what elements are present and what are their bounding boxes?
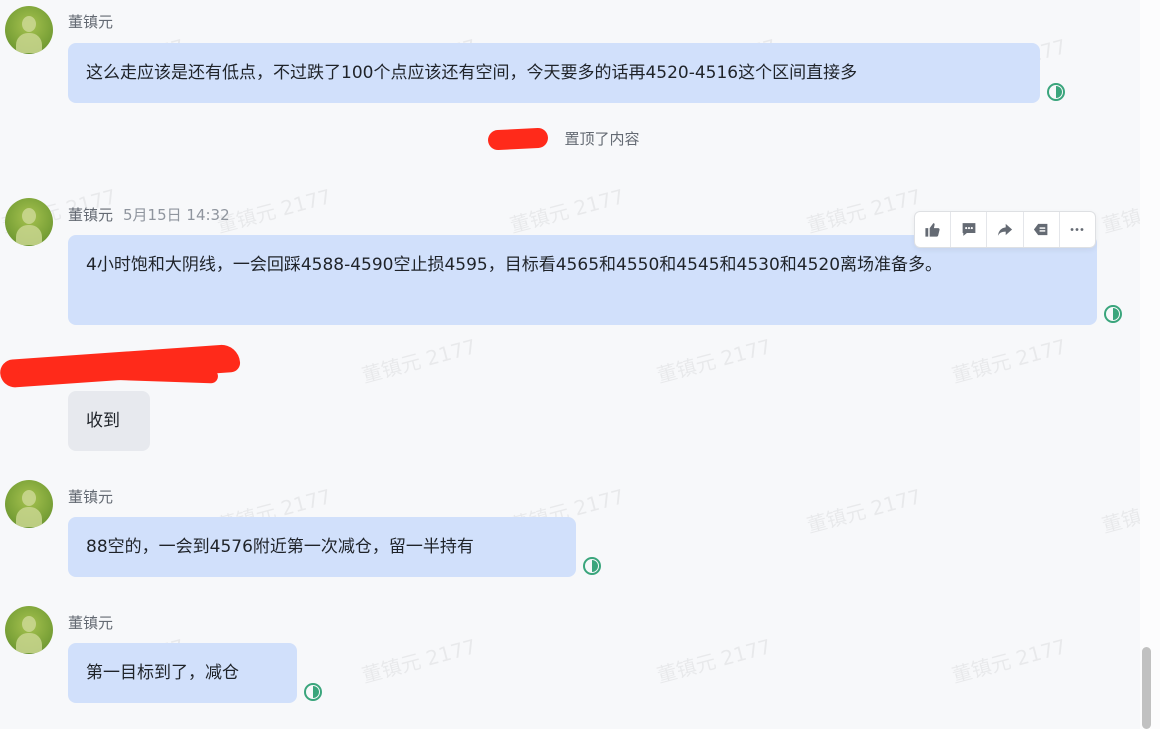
message-bubble[interactable]: 这么走应该是还有低点，不过跌了100个点应该还有空间，今天要多的话再4520-4… xyxy=(68,43,1040,103)
reply-button[interactable] xyxy=(951,212,988,247)
read-status-icon[interactable] xyxy=(1104,305,1122,323)
message-bubble[interactable]: 第一目标到了，减仓 xyxy=(68,643,297,703)
watermark: 董镇元 2177 xyxy=(214,184,334,238)
pin-notice: 置顶了内容 xyxy=(0,128,1140,149)
read-status-icon[interactable] xyxy=(1047,83,1065,101)
forward-button[interactable] xyxy=(987,212,1024,247)
message-bubble[interactable]: 收到 xyxy=(68,391,150,451)
watermark: 董镇元 2177 xyxy=(949,634,1069,688)
scrollbar-thumb[interactable] xyxy=(1142,647,1151,729)
avatar[interactable] xyxy=(5,480,53,528)
sender-name[interactable]: 董镇元 xyxy=(68,612,113,633)
avatar[interactable] xyxy=(5,606,53,654)
tag-button[interactable] xyxy=(1024,212,1060,247)
more-button[interactable] xyxy=(1060,212,1095,247)
sender-name[interactable]: 董镇元 5月15日 14:32 xyxy=(68,204,230,225)
sender-name[interactable]: 董镇元 xyxy=(68,486,113,507)
thumbs-up-icon xyxy=(925,223,940,237)
watermark: 董镇元 2177 xyxy=(949,334,1069,388)
watermark: 董镇元 2177 xyxy=(507,184,627,238)
read-status-icon[interactable] xyxy=(583,557,601,575)
thumbs-up-button[interactable] xyxy=(915,212,952,247)
sender-name[interactable]: 董镇元 xyxy=(68,11,113,32)
scrollbar[interactable] xyxy=(1140,0,1160,729)
avatar[interactable] xyxy=(5,6,53,54)
tag-icon xyxy=(1034,223,1048,236)
watermark: 董镇元 2177 xyxy=(654,634,774,688)
message-bubble[interactable]: 88空的，一会到4576附近第一次减仓，留一半持有 xyxy=(68,517,576,577)
more-icon xyxy=(1071,228,1084,231)
message-bubble[interactable]: 4小时饱和大阴线，一会回踩4588-4590空止损4595，目标看4565和45… xyxy=(68,235,1097,325)
watermark: 董镇元 2177 xyxy=(804,184,924,238)
chat-panel: 董镇元 2177 董镇元 2177 董镇元 2177 董镇元 2177 董镇元 … xyxy=(0,0,1160,729)
avatar[interactable] xyxy=(5,198,53,246)
forward-icon xyxy=(997,223,1013,236)
read-status-icon[interactable] xyxy=(304,683,322,701)
watermark: 董镇元 2177 xyxy=(359,634,479,688)
message-time: 5月15日 14:32 xyxy=(123,206,230,224)
comment-icon xyxy=(962,223,976,236)
message-action-toolbar xyxy=(914,211,1096,248)
watermark: 董镇元 2177 xyxy=(804,484,924,538)
sender-name-text[interactable]: 董镇元 xyxy=(68,206,113,224)
watermark: 董镇元 2177 xyxy=(359,334,479,388)
pin-notice-text: 置顶了内容 xyxy=(564,130,640,148)
watermark: 董镇元 2177 xyxy=(654,334,774,388)
